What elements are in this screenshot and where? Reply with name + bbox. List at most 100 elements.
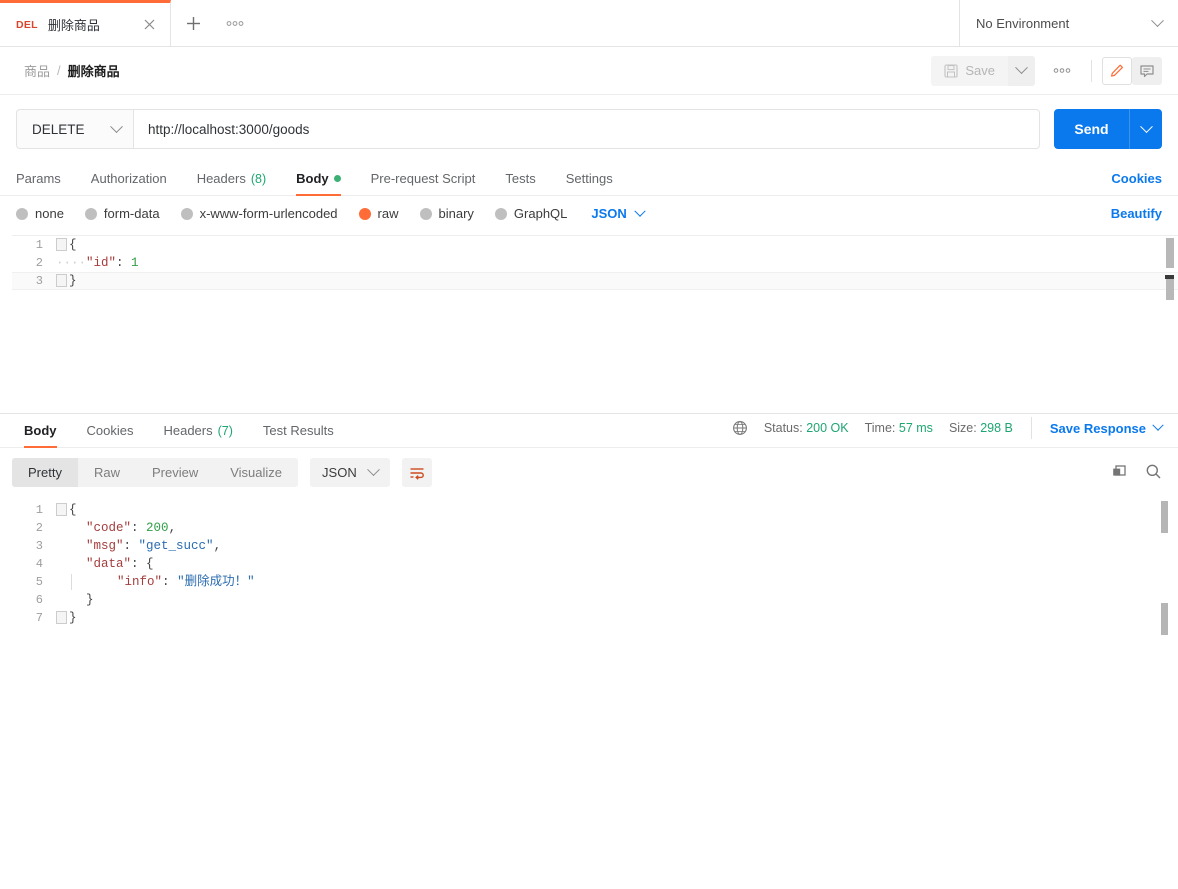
size-badge: Size: 298 B (949, 421, 1013, 435)
request-more-button[interactable] (1043, 56, 1081, 86)
whitespace-marker: ···· (56, 256, 87, 270)
tab-params[interactable]: Params (16, 171, 61, 195)
scrollbar-thumb[interactable] (1161, 501, 1168, 533)
body-type-graphql-label: GraphQL (513, 206, 568, 221)
close-icon[interactable] (140, 16, 158, 34)
line-content: ····"id": 1 (56, 254, 139, 272)
line-number: 7 (35, 611, 43, 625)
tabbar-more-button[interactable] (215, 0, 255, 46)
code-line: 3 } (12, 272, 1178, 290)
tab-settings-label: Settings (565, 171, 613, 186)
line-token: } (69, 611, 77, 625)
fold-icon[interactable] (56, 274, 67, 288)
edit-description-button[interactable] (1102, 56, 1132, 85)
response-tab-body-label: Body (24, 423, 57, 438)
request-tab-method: DEL (16, 18, 38, 31)
response-format-select[interactable]: JSON (310, 458, 390, 487)
json-value: { (146, 557, 154, 571)
json-separator: : (116, 256, 132, 270)
send-button[interactable]: Send (1054, 109, 1129, 149)
tab-pre-request-script-label: Pre-request Script (370, 171, 476, 186)
view-mode-preview[interactable]: Preview (136, 458, 214, 487)
cookies-link[interactable]: Cookies (1111, 171, 1162, 195)
body-type-form-data-label: form-data (103, 206, 160, 221)
response-tab-cookies[interactable]: Cookies (87, 423, 134, 447)
line-number: 2 (35, 256, 43, 270)
line-content: "data": { (56, 555, 154, 573)
body-type-urlencoded-label: x-www-form-urlencoded (199, 206, 338, 221)
environment-selector[interactable]: No Environment (959, 0, 1178, 46)
radio-icon (84, 207, 97, 220)
body-type-form-data[interactable]: form-data (84, 206, 160, 221)
close-icon-glyph (144, 19, 154, 30)
new-tab-button[interactable] (171, 0, 215, 46)
json-key: "info" (117, 575, 163, 589)
code-line: 3 "msg": "get_succ", (12, 537, 1178, 555)
response-tab-headers[interactable]: Headers (7) (163, 423, 232, 447)
scrollbar-thumb-secondary[interactable] (1166, 278, 1174, 300)
body-type-urlencoded[interactable]: x-www-form-urlencoded (180, 206, 338, 221)
response-tab-test-results[interactable]: Test Results (263, 423, 334, 447)
save-options-button[interactable] (1008, 55, 1035, 86)
body-type-graphql[interactable]: GraphQL (494, 206, 568, 221)
word-wrap-button[interactable] (401, 458, 432, 487)
body-type-raw-label: raw (377, 206, 399, 221)
body-type-binary[interactable]: binary (419, 206, 474, 221)
body-type-none[interactable]: none (16, 206, 64, 221)
breadcrumb-separator: / (57, 63, 61, 78)
fold-icon[interactable] (56, 238, 67, 252)
tab-body[interactable]: Body (296, 171, 341, 196)
raw-format-select[interactable]: JSON (591, 205, 646, 221)
response-body-scrollbar[interactable] (1161, 495, 1168, 871)
view-mode-visualize[interactable]: Visualize (214, 458, 298, 487)
pane-resize-handle[interactable] (1165, 275, 1174, 279)
beautify-button[interactable]: Beautify (1111, 206, 1162, 221)
divider (1030, 417, 1032, 439)
fold-icon[interactable] (56, 611, 67, 625)
radio-icon (16, 207, 28, 220)
status-badge: Status: 200 OK (764, 421, 849, 435)
scrollbar-thumb[interactable] (1166, 238, 1174, 268)
http-method-select[interactable]: DELETE (16, 109, 133, 149)
breadcrumb-parent[interactable]: 商品 (24, 61, 50, 80)
body-type-raw[interactable]: raw (358, 206, 399, 221)
send-options-button[interactable] (1129, 109, 1162, 149)
line-content: "info": "删除成功！" (56, 573, 255, 591)
radio-icon (419, 207, 432, 220)
copy-icon (1113, 464, 1126, 476)
tab-headers[interactable]: Headers (8) (197, 171, 266, 195)
search-button[interactable] (1145, 463, 1162, 483)
save-response-button[interactable]: Save Response (1050, 419, 1164, 436)
url-input[interactable]: http://localhost:3000/goods (133, 109, 1040, 149)
page-title: 删除商品 (67, 64, 120, 79)
request-tab-bar: DEL 删除商品 No Environment (0, 0, 1178, 47)
json-separator: : (162, 575, 178, 589)
code-line: 6 } (12, 591, 1178, 609)
request-tab-delete-goods[interactable]: DEL 删除商品 (0, 0, 171, 46)
raw-format-value: JSON (591, 206, 627, 221)
response-body-viewer[interactable]: 1 { 2 "code": 200, 3 "msg": "get_succ", … (12, 495, 1178, 871)
view-mode-raw[interactable]: Raw (78, 458, 136, 487)
save-button[interactable]: Save (931, 55, 1008, 86)
scrollbar-thumb-secondary[interactable] (1161, 603, 1168, 635)
line-content: { (56, 501, 77, 519)
tab-settings[interactable]: Settings (566, 171, 613, 195)
request-body-editor[interactable]: 1 { 2 ····"id": 1 3 } (12, 235, 1178, 413)
line-token: } (69, 274, 77, 288)
radio-icon (494, 207, 507, 220)
tab-pre-request-script[interactable]: Pre-request Script (371, 171, 476, 195)
tab-tests[interactable]: Tests (505, 171, 535, 195)
comments-button[interactable] (1132, 56, 1162, 85)
line-number: 1 (35, 238, 43, 252)
view-mode-pretty[interactable]: Pretty (12, 458, 78, 487)
request-body-code: 1 { 2 ····"id": 1 3 } (12, 236, 1178, 290)
fold-icon[interactable] (56, 503, 67, 517)
plus-icon (186, 16, 200, 30)
response-tab-body[interactable]: Body (24, 423, 57, 448)
line-number: 1 (35, 503, 43, 517)
request-body-scrollbar[interactable] (1166, 236, 1174, 413)
json-key: "id" (86, 256, 117, 270)
copy-button[interactable] (1111, 463, 1128, 483)
tab-authorization[interactable]: Authorization (91, 171, 167, 195)
line-number: 3 (35, 274, 43, 288)
